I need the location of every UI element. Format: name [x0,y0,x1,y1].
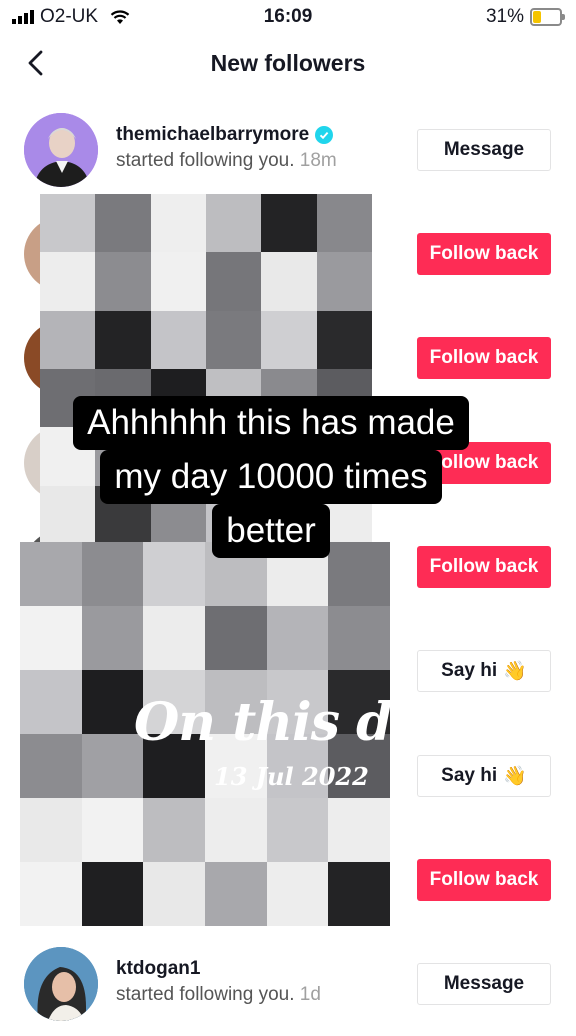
caption-line-3: better [212,504,330,558]
mosaic-cell [20,862,82,926]
battery-percent: 31% [485,6,524,27]
mosaic-cell [150,194,206,253]
mosaic-cell [261,194,317,253]
mosaic-cell [81,862,144,926]
mosaic-cell [81,798,144,862]
message-button[interactable]: Message [417,963,551,1005]
nav-header: New followers [0,34,576,94]
verified-badge-icon [315,126,334,144]
mosaic-cell [316,310,372,369]
waving-hand-icon: 👋 [503,661,527,682]
say-hi-button[interactable]: Say hi 👋 [417,755,551,797]
mosaic-cell [205,862,267,926]
username[interactable]: ktdogan1 [116,958,200,980]
activity-time: 1d [299,984,321,1005]
avatar[interactable] [24,113,98,187]
mosaic-cell [95,252,151,311]
mosaic-cell [20,670,82,734]
status-bar: O2-UK 16:09 31% [0,0,576,34]
activity-text: started following you. 1d [116,984,321,1006]
message-button[interactable]: Message [417,129,551,171]
mosaic-cell [266,606,329,670]
mosaic-cell [205,798,267,862]
username[interactable]: themichaelbarrymore [116,124,334,146]
caption-line-1: Ahhhhhh this has made [73,396,469,450]
on-this-day-title: On this day [134,692,390,753]
mosaic-cell [81,606,144,670]
mosaic-cell [266,798,329,862]
caption-overlay: Ahhhhhh this has made my day 10000 times… [26,396,516,558]
mosaic-cell [261,310,317,369]
mosaic-cell [316,194,372,253]
mosaic-cell [261,252,317,311]
mosaic-cell [95,194,151,253]
mosaic-cell [205,606,267,670]
caption-line-2: my day 10000 times [100,450,442,504]
mosaic-cell [40,310,96,369]
mosaic-cell [150,252,206,311]
mosaic-cell [205,310,262,369]
activity-action: started following you. [116,150,295,171]
follower-row[interactable]: themichaelbarrymore started following yo… [0,98,576,202]
mosaic-cell [205,194,262,253]
say-hi-label: Say hi [441,765,498,786]
say-hi-label: Say hi [441,660,498,681]
mosaic-cell [316,252,372,311]
mosaic-cell [328,862,390,926]
say-hi-button[interactable]: Say hi 👋 [417,650,551,692]
waving-hand-icon: 👋 [503,766,527,787]
mosaic-cell [150,310,206,369]
avatar[interactable] [24,947,98,1021]
activity-action: started following you. [116,984,295,1005]
page-title: New followers [210,50,366,76]
on-this-day-date: 13 Jul 2022 [214,762,369,791]
mosaic-cell [266,862,329,926]
follow-back-button[interactable]: Follow back [417,859,551,901]
mosaic-cell [143,798,205,862]
battery-icon [530,8,565,26]
mosaic-cell [205,252,262,311]
mosaic-cell [20,606,82,670]
mosaic-cell [40,194,96,253]
mosaic-cell [95,310,151,369]
mosaic-cell [328,606,390,670]
battery-group: 31% [485,6,565,28]
mosaic-cell [143,862,205,926]
username-text: ktdogan1 [116,958,201,979]
activity-time: 18m [299,150,337,171]
mosaic-cell [20,798,82,862]
follow-back-button[interactable]: Follow back [417,233,551,275]
username-text: themichaelbarrymore [116,124,310,145]
mosaic-cell [40,252,96,311]
follower-row[interactable]: ktdogan1 started following you. 1d Messa… [0,932,576,1036]
mosaic-cell [20,734,82,798]
follow-back-button[interactable]: Follow back [417,337,551,379]
mosaic-cell [328,798,390,862]
mosaic-cell [143,606,205,670]
activity-text: started following you. 18m [116,150,337,172]
